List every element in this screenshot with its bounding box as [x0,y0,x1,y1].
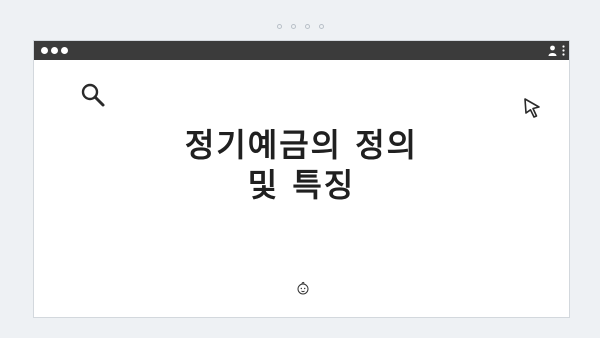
page-title-line-2: 및 특징 [247,166,356,204]
carousel-dot[interactable] [304,24,310,29]
page-title-line-1: 정기예금의 정의 [184,126,419,164]
maximize-dot-icon[interactable] [61,47,68,54]
vertical-dots-icon[interactable] [562,45,565,56]
browser-window: 정기예금의 정의 및 특징 [33,40,570,318]
close-dot-icon[interactable] [41,47,48,54]
page-title: 정기예금의 정의 및 특징 [34,125,569,205]
window-controls [41,47,68,54]
baby-face-icon [297,281,309,295]
carousel-dot[interactable] [276,24,282,29]
cursor-icon [524,98,540,118]
window-titlebar [34,41,569,60]
carousel-dot[interactable] [318,24,324,29]
minimize-dot-icon[interactable] [51,47,58,54]
search-icon[interactable] [79,81,107,109]
carousel-dot[interactable] [290,24,296,29]
user-icon[interactable] [548,45,557,56]
carousel-dots [0,24,600,29]
